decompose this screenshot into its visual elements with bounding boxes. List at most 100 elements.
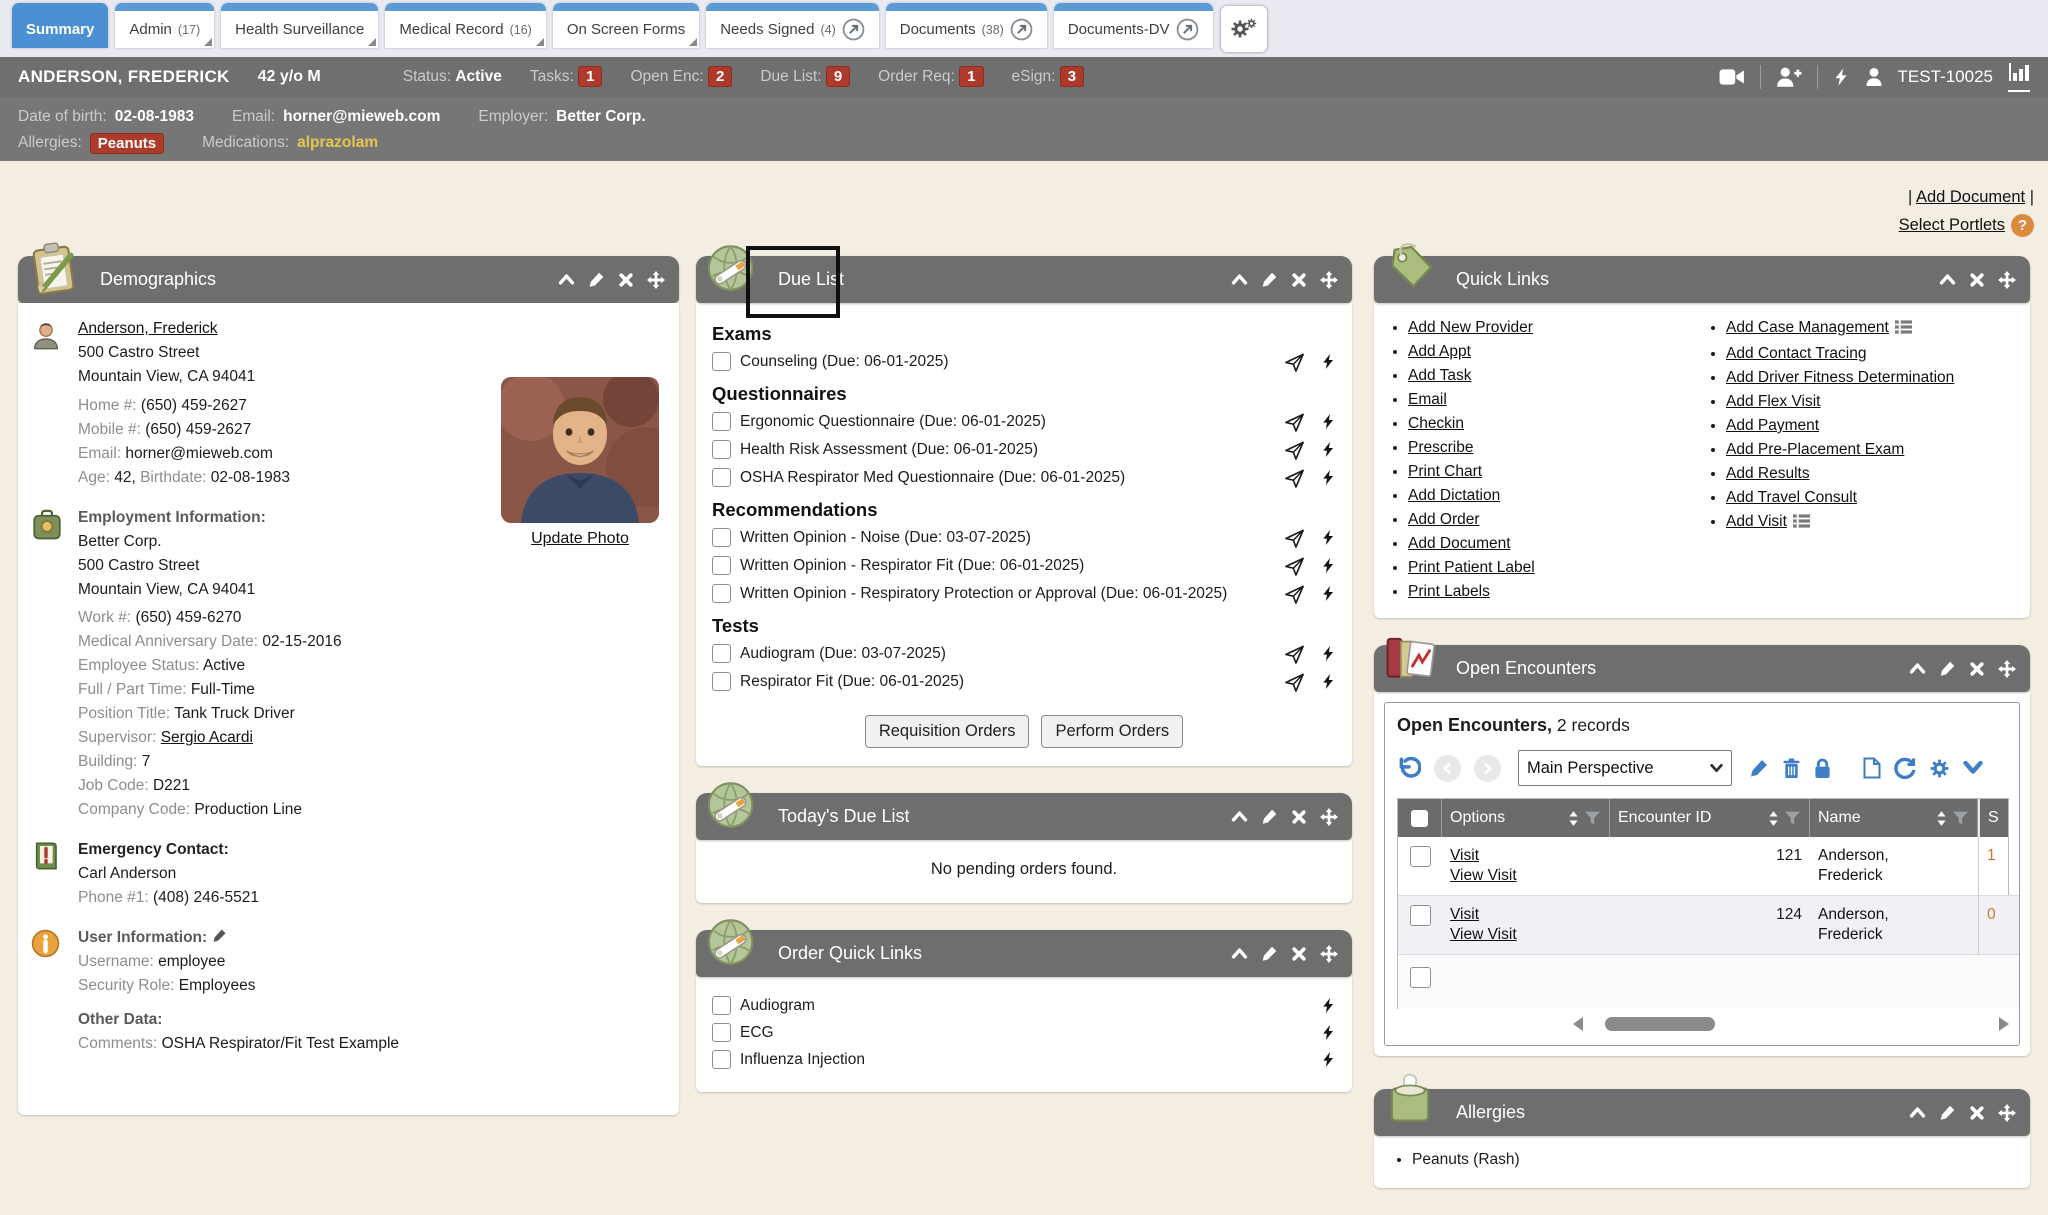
collapse-icon[interactable] (1909, 660, 1926, 677)
lightning-icon[interactable] (1833, 66, 1850, 88)
prev-page-button[interactable] (1434, 755, 1461, 782)
row-checkbox[interactable] (1410, 967, 1431, 988)
close-icon[interactable] (1291, 272, 1307, 288)
list-grid-icon[interactable] (1895, 320, 1912, 334)
video-camera-icon[interactable] (1719, 67, 1745, 87)
edit-icon[interactable] (588, 271, 605, 288)
due-list-count-badge[interactable]: 9 (826, 66, 850, 87)
filter-funnel-icon[interactable] (1784, 810, 1801, 826)
lock-icon[interactable] (1814, 758, 1831, 779)
tab-on-screen-forms[interactable]: On Screen Forms (553, 3, 699, 48)
perform-bolt-icon[interactable] (1321, 556, 1336, 575)
perform-bolt-icon[interactable] (1321, 440, 1336, 459)
visit-link[interactable]: Visit (1450, 847, 1479, 864)
collapse-icon[interactable] (1909, 1104, 1926, 1121)
edit-icon[interactable] (1261, 945, 1278, 962)
item-checkbox[interactable] (712, 468, 731, 487)
item-checkbox[interactable] (712, 528, 731, 547)
item-checkbox[interactable] (712, 1023, 731, 1042)
send-plane-icon[interactable] (1284, 528, 1305, 549)
send-plane-icon[interactable] (1284, 352, 1305, 373)
column-header-truncated[interactable]: S (1978, 799, 2020, 837)
visit-link[interactable]: Visit (1450, 906, 1479, 923)
quick-link[interactable]: Email (1408, 391, 1447, 408)
close-icon[interactable] (1969, 272, 1985, 288)
bar-chart-icon[interactable] (2008, 63, 2030, 83)
quick-link[interactable]: Add Payment (1726, 417, 1819, 434)
tab-settings-button[interactable] (1220, 5, 1268, 53)
view-visit-link[interactable]: View Visit (1450, 867, 1517, 884)
patient-name-link[interactable]: Anderson, Frederick (1818, 867, 1930, 884)
esign-count-badge[interactable]: 3 (1060, 66, 1084, 87)
new-page-icon[interactable] (1863, 757, 1881, 779)
send-plane-icon[interactable] (1284, 468, 1305, 489)
quick-link[interactable]: Add Contact Tracing (1726, 345, 1866, 362)
quick-link[interactable]: Print Patient Label (1408, 559, 1535, 576)
external-link-icon[interactable] (842, 18, 865, 41)
view-visit-link[interactable]: View Visit (1450, 926, 1517, 943)
perform-bolt-icon[interactable] (1321, 1050, 1336, 1069)
move-icon[interactable] (647, 271, 665, 289)
add-document-link[interactable]: Add Document (1916, 188, 2025, 206)
undo-icon[interactable] (1397, 756, 1421, 780)
quick-link[interactable]: Print Labels (1408, 583, 1490, 600)
requisition-orders-button[interactable]: Requisition Orders (865, 715, 1030, 748)
perform-bolt-icon[interactable] (1321, 672, 1336, 691)
patient-name-link[interactable]: Anderson, Frederick (1818, 926, 1930, 943)
filter-funnel-icon[interactable] (1584, 810, 1601, 826)
filter-funnel-icon[interactable] (1952, 810, 1969, 826)
collapse-icon[interactable] (1231, 808, 1248, 825)
perform-bolt-icon[interactable] (1321, 412, 1336, 431)
quick-link[interactable]: Add Results (1726, 465, 1810, 482)
list-grid-icon[interactable] (1793, 514, 1810, 528)
item-checkbox[interactable] (712, 584, 731, 603)
item-checkbox[interactable] (712, 352, 731, 371)
item-checkbox[interactable] (712, 672, 731, 691)
tab-needs-signed[interactable]: Needs Signed(4) (706, 3, 879, 48)
send-plane-icon[interactable] (1284, 584, 1305, 605)
perform-bolt-icon[interactable] (1321, 996, 1336, 1015)
allergy-badge[interactable]: Peanuts (90, 133, 164, 154)
patient-photo[interactable] (501, 377, 659, 523)
column-header-options[interactable]: Options (1442, 799, 1610, 837)
tab-admin[interactable]: Admin(17) (115, 3, 214, 48)
send-plane-icon[interactable] (1284, 644, 1305, 665)
send-plane-icon[interactable] (1284, 440, 1305, 461)
close-icon[interactable] (1291, 946, 1307, 962)
item-checkbox[interactable] (712, 440, 731, 459)
tab-documents-dv[interactable]: Documents-DV (1054, 3, 1213, 48)
sort-icon[interactable] (1935, 810, 1948, 827)
move-icon[interactable] (1998, 660, 2016, 678)
item-checkbox[interactable] (712, 996, 731, 1015)
move-icon[interactable] (1998, 271, 2016, 289)
item-checkbox[interactable] (712, 412, 731, 431)
edit-perspective-icon[interactable] (1749, 758, 1769, 778)
perform-orders-button[interactable]: Perform Orders (1041, 715, 1183, 748)
collapse-icon[interactable] (1231, 271, 1248, 288)
horizontal-scrollbar[interactable] (1573, 1013, 2009, 1035)
quick-link[interactable]: Add Pre-Placement Exam (1726, 441, 1904, 458)
quick-link[interactable]: Add New Provider (1408, 319, 1533, 336)
sort-icon[interactable] (1567, 810, 1580, 827)
edit-icon[interactable] (1939, 1104, 1956, 1121)
quick-link[interactable]: Checkin (1408, 415, 1464, 432)
row-checkbox[interactable] (1410, 846, 1431, 867)
send-plane-icon[interactable] (1284, 672, 1305, 693)
quick-link[interactable]: Prescribe (1408, 439, 1473, 456)
send-plane-icon[interactable] (1284, 412, 1305, 433)
quick-link[interactable]: Add Flex Visit (1726, 393, 1820, 410)
collapse-icon[interactable] (1231, 945, 1248, 962)
order-req-count-badge[interactable]: 1 (959, 66, 983, 87)
open-enc-count-badge[interactable]: 2 (708, 66, 732, 87)
tab-health-surveillance[interactable]: Health Surveillance (221, 3, 378, 48)
item-checkbox[interactable] (712, 556, 731, 575)
quick-link[interactable]: Add Travel Consult (1726, 489, 1857, 506)
collapse-icon[interactable] (1939, 271, 1956, 288)
perform-bolt-icon[interactable] (1321, 1023, 1336, 1042)
collapse-icon[interactable] (558, 271, 575, 288)
row-checkbox[interactable] (1410, 905, 1431, 926)
quick-link[interactable]: Print Chart (1408, 463, 1482, 480)
quick-link[interactable]: Add Appt (1408, 343, 1471, 360)
item-checkbox[interactable] (712, 1050, 731, 1069)
quick-link[interactable]: Add Dictation (1408, 487, 1500, 504)
